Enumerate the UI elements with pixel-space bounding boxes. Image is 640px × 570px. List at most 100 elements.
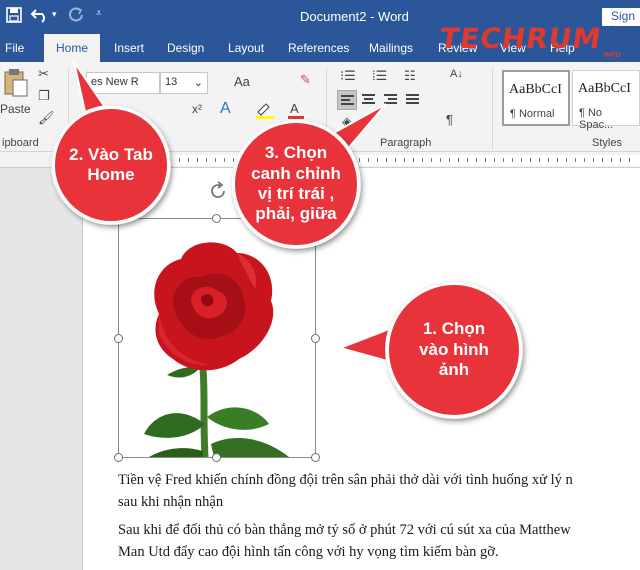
paragraph-line: Tiền vệ Fred khiến chính đồng đội trên s… — [118, 472, 573, 488]
ruler-tick — [458, 158, 459, 162]
highlight-icon[interactable] — [254, 100, 276, 123]
paragraph-line: Man Utd đẩy cao đội hình tấn công với hy… — [118, 544, 499, 560]
page-gutter — [0, 168, 82, 570]
ruler-tick — [611, 158, 612, 162]
ruler-tick — [422, 158, 423, 162]
ruler-tick — [584, 158, 585, 162]
divider — [492, 68, 493, 150]
rotate-handle-icon[interactable] — [207, 180, 229, 202]
ruler-tick — [539, 158, 540, 162]
paragraph-line: Sau khi để đối thủ có bàn thắng mở tỷ số… — [118, 522, 571, 538]
ruler-tick — [557, 158, 558, 162]
ruler-tick — [395, 158, 396, 162]
style-no-spacing[interactable]: AaBbCcI ¶ No Spac... — [572, 70, 640, 131]
bullets-icon[interactable]: ⁝☰ — [340, 68, 356, 84]
copy-icon[interactable]: ❐ — [38, 88, 50, 104]
style-normal[interactable]: AaBbCcI ¶ Normal — [502, 70, 570, 126]
tab-insert[interactable]: Insert — [114, 41, 144, 55]
resize-handle[interactable] — [114, 334, 123, 343]
ruler-tick — [449, 158, 450, 162]
callout-text: 3. Chọn canh chỉnh vị trí trái , phải, g… — [251, 143, 341, 224]
ruler-tick — [170, 158, 171, 162]
techrum-logo-sub: INFO — [604, 52, 621, 59]
tab-layout[interactable]: Layout — [228, 41, 264, 55]
style-sample: AaBbCcI — [509, 82, 562, 97]
paragraph-line: sau khi nhận nhận — [118, 494, 224, 510]
styles-group-label: Styles — [592, 137, 622, 149]
style-sample: AaBbCcI — [578, 81, 631, 96]
justify-icon — [406, 94, 419, 106]
document-title: Document2 - Word — [300, 9, 409, 24]
ruler-tick — [521, 158, 522, 162]
customize-qat-icon[interactable]: ⩡ — [96, 8, 102, 19]
ruler-tick — [593, 158, 594, 162]
resize-handle[interactable] — [311, 334, 320, 343]
ruler-tick — [431, 158, 432, 162]
cut-icon[interactable]: ✂ — [38, 66, 49, 82]
tab-references[interactable]: References — [288, 41, 349, 55]
resize-handle[interactable] — [311, 453, 320, 462]
tab-mailings[interactable]: Mailings — [369, 41, 413, 55]
style-name: ¶ No Spac... — [579, 107, 614, 131]
show-formatting-icon[interactable]: ¶ — [446, 112, 453, 127]
ruler-tick — [206, 158, 207, 162]
clipboard-group-label: ipboard — [2, 137, 39, 149]
justify-button[interactable] — [403, 90, 423, 110]
tab-home[interactable]: Home — [44, 34, 101, 62]
format-painter-icon[interactable]: 🖌 — [38, 110, 55, 126]
sign-in-button[interactable]: Sign in — [602, 8, 640, 37]
clear-formatting-icon[interactable]: ✎ — [300, 72, 311, 88]
ruler-tick — [620, 158, 621, 162]
ruler-tick — [566, 158, 567, 162]
rose-image — [144, 242, 289, 458]
numbering-icon[interactable]: ⁞☰ — [372, 68, 387, 84]
ruler-tick — [467, 158, 468, 162]
resize-handle[interactable] — [114, 453, 123, 462]
callout-chon-canh-chinh: 3. Chọn canh chỉnh vị trí trái , phải, g… — [232, 120, 360, 248]
resize-handle[interactable] — [212, 214, 221, 223]
font-size-value: 13 — [165, 76, 178, 88]
save-icon[interactable] — [6, 7, 22, 26]
paste-icon[interactable] — [3, 68, 29, 101]
text-effects-icon[interactable]: A — [220, 100, 231, 118]
ruler-tick — [575, 158, 576, 162]
ruler-tick — [440, 158, 441, 162]
callout-text: 1. Chọn vào hình ảnh — [419, 319, 489, 380]
multilevel-list-icon[interactable]: ☷ — [404, 68, 416, 84]
ruler-tick — [413, 158, 414, 162]
selected-image[interactable] — [118, 218, 316, 458]
redo-icon[interactable] — [68, 6, 84, 25]
sort-icon[interactable]: A↓ — [450, 68, 463, 80]
ruler-tick — [179, 158, 180, 162]
font-size-dropdown[interactable]: 13 ⌄ — [160, 72, 208, 94]
callout-text: 2. Vào Tab Home — [69, 144, 153, 184]
style-name: ¶ Normal — [510, 108, 555, 120]
callout-chon-vao-hinh-anh: 1. Chọn vào hình ảnh — [386, 282, 522, 418]
ruler-tick — [224, 158, 225, 162]
ruler-tick — [512, 158, 513, 162]
ruler-tick — [629, 158, 630, 162]
resize-handle[interactable] — [212, 453, 221, 462]
ruler-tick — [548, 158, 549, 162]
tab-file[interactable]: File — [5, 41, 24, 55]
svg-text:A: A — [290, 101, 299, 116]
techrum-logo: TECHRUM — [437, 22, 604, 55]
ruler-tick — [188, 158, 189, 162]
ruler-tick — [503, 158, 504, 162]
ruler-tick — [476, 158, 477, 162]
ruler-tick — [494, 158, 495, 162]
ruler-tick — [404, 158, 405, 162]
tab-design[interactable]: Design — [167, 41, 204, 55]
ruler-tick — [485, 158, 486, 162]
paste-label[interactable]: Paste — [0, 102, 31, 116]
callout-vao-tab-home: 2. Vào Tab Home — [52, 106, 170, 224]
ruler-tick — [530, 158, 531, 162]
ruler-tick — [215, 158, 216, 162]
ruler-tick — [233, 158, 234, 162]
grow-font-button[interactable]: Aa — [234, 74, 250, 89]
undo-dropdown-icon[interactable]: ▾ — [52, 9, 57, 20]
undo-icon[interactable] — [30, 5, 50, 26]
ruler-tick — [197, 158, 198, 162]
superscript-icon[interactable]: x² — [192, 102, 202, 116]
chevron-down-icon: ⌄ — [193, 77, 203, 89]
